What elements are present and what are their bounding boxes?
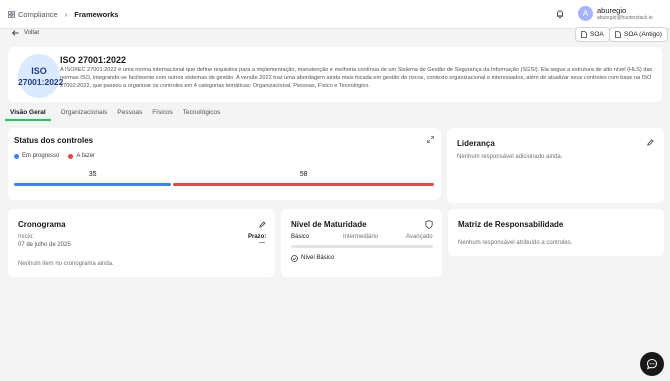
breadcrumb-separator: › bbox=[64, 10, 68, 19]
tab-fisicos[interactable]: Físicos bbox=[152, 107, 173, 121]
cronograma-empty: Nenhum item no cronograma ainda. bbox=[18, 261, 114, 267]
tab-tecnologicos[interactable]: Tecnológicos bbox=[183, 107, 221, 121]
shield-icon bbox=[425, 220, 433, 229]
top-bar: Compliance › Frameworks A aburegio abure… bbox=[0, 0, 670, 29]
avatar[interactable]: A bbox=[578, 6, 593, 21]
user-email: aburegio@hunterstack.io bbox=[597, 15, 653, 21]
chat-button[interactable] bbox=[640, 352, 664, 376]
file-icon bbox=[615, 31, 621, 38]
matriz-empty: Nenhum responsável atribuído a controles… bbox=[458, 240, 573, 246]
soa-old-button[interactable]: SOA (Antigo) bbox=[609, 27, 668, 42]
bell-icon[interactable] bbox=[555, 9, 565, 19]
in-progress-count: 35 bbox=[88, 171, 97, 178]
deadline-value: — bbox=[259, 240, 265, 246]
breadcrumb-compliance[interactable]: Compliance bbox=[18, 10, 58, 19]
matriz-title: Matriz de Responsabilidade bbox=[458, 220, 564, 229]
status-legend: Em progresso A fazer bbox=[14, 153, 95, 159]
tab-bar: Visão Geral Organizacionais Pessoas Físi… bbox=[5, 107, 230, 121]
maturidade-title: Nível de Maturidade bbox=[291, 220, 367, 229]
start-value: 07 de julho de 2025 bbox=[18, 242, 71, 248]
soa-label: SOA bbox=[590, 31, 604, 38]
logo-line-1: ISO bbox=[31, 66, 47, 76]
matriz-card bbox=[448, 209, 664, 256]
todo-bar bbox=[173, 183, 434, 186]
chat-bubble-icon bbox=[646, 358, 658, 370]
back-button[interactable]: Voltar bbox=[12, 30, 39, 36]
legend-todo: A fazer bbox=[76, 153, 96, 159]
status-title: Status dos controles bbox=[14, 136, 94, 145]
user-name: aburegio bbox=[597, 6, 627, 15]
in-progress-bar bbox=[14, 183, 172, 186]
framework-logo: ISO 27001:2022 bbox=[16, 52, 64, 100]
framework-header-card: ISO 27001:2022 ISO 27001:2022 A ISO/IEC … bbox=[8, 47, 662, 102]
lideranca-title: Liderança bbox=[457, 139, 495, 148]
legend-dot-todo bbox=[68, 153, 74, 159]
file-icon bbox=[581, 31, 587, 38]
logo-line-2: 27001:2022 bbox=[18, 77, 64, 87]
pencil-icon[interactable] bbox=[647, 139, 654, 146]
back-label: Voltar bbox=[24, 30, 40, 36]
lideranca-empty: Nenhum responsável adicionado ainda. bbox=[457, 154, 563, 160]
soa-button[interactable]: SOA bbox=[575, 27, 610, 42]
check-circle-icon bbox=[291, 255, 298, 262]
framework-title: ISO 27001:2022 bbox=[60, 55, 127, 65]
cronograma-title: Cronograma bbox=[18, 220, 66, 229]
level-avancado: Avançado bbox=[406, 234, 433, 240]
soa-old-label: SOA (Antigo) bbox=[624, 31, 662, 38]
arrow-left-icon bbox=[12, 30, 19, 36]
breadcrumb-frameworks[interactable]: Frameworks bbox=[74, 10, 118, 19]
framework-description: A ISO/IEC 27001:2022 é uma norma interna… bbox=[60, 67, 653, 89]
level-intermediario: Intermediário bbox=[343, 234, 379, 240]
todo-count: 58 bbox=[299, 171, 308, 178]
tab-pessoas[interactable]: Pessoas bbox=[117, 107, 142, 121]
legend-dot-in-progress bbox=[14, 153, 19, 159]
level-basico: Básico bbox=[291, 234, 310, 240]
pencil-icon[interactable] bbox=[259, 221, 266, 228]
breadcrumb: Compliance › Frameworks bbox=[8, 10, 118, 19]
legend-in-progress: Em progresso bbox=[22, 153, 60, 159]
grid-icon bbox=[8, 11, 15, 18]
start-label: Início: bbox=[18, 234, 35, 240]
tab-organizacionais[interactable]: Organizacionais bbox=[61, 107, 108, 121]
expand-icon[interactable] bbox=[427, 136, 434, 143]
current-level: Nível Básico bbox=[301, 255, 335, 261]
maturity-track bbox=[291, 245, 433, 248]
tab-visao-geral[interactable]: Visão Geral bbox=[5, 107, 51, 121]
